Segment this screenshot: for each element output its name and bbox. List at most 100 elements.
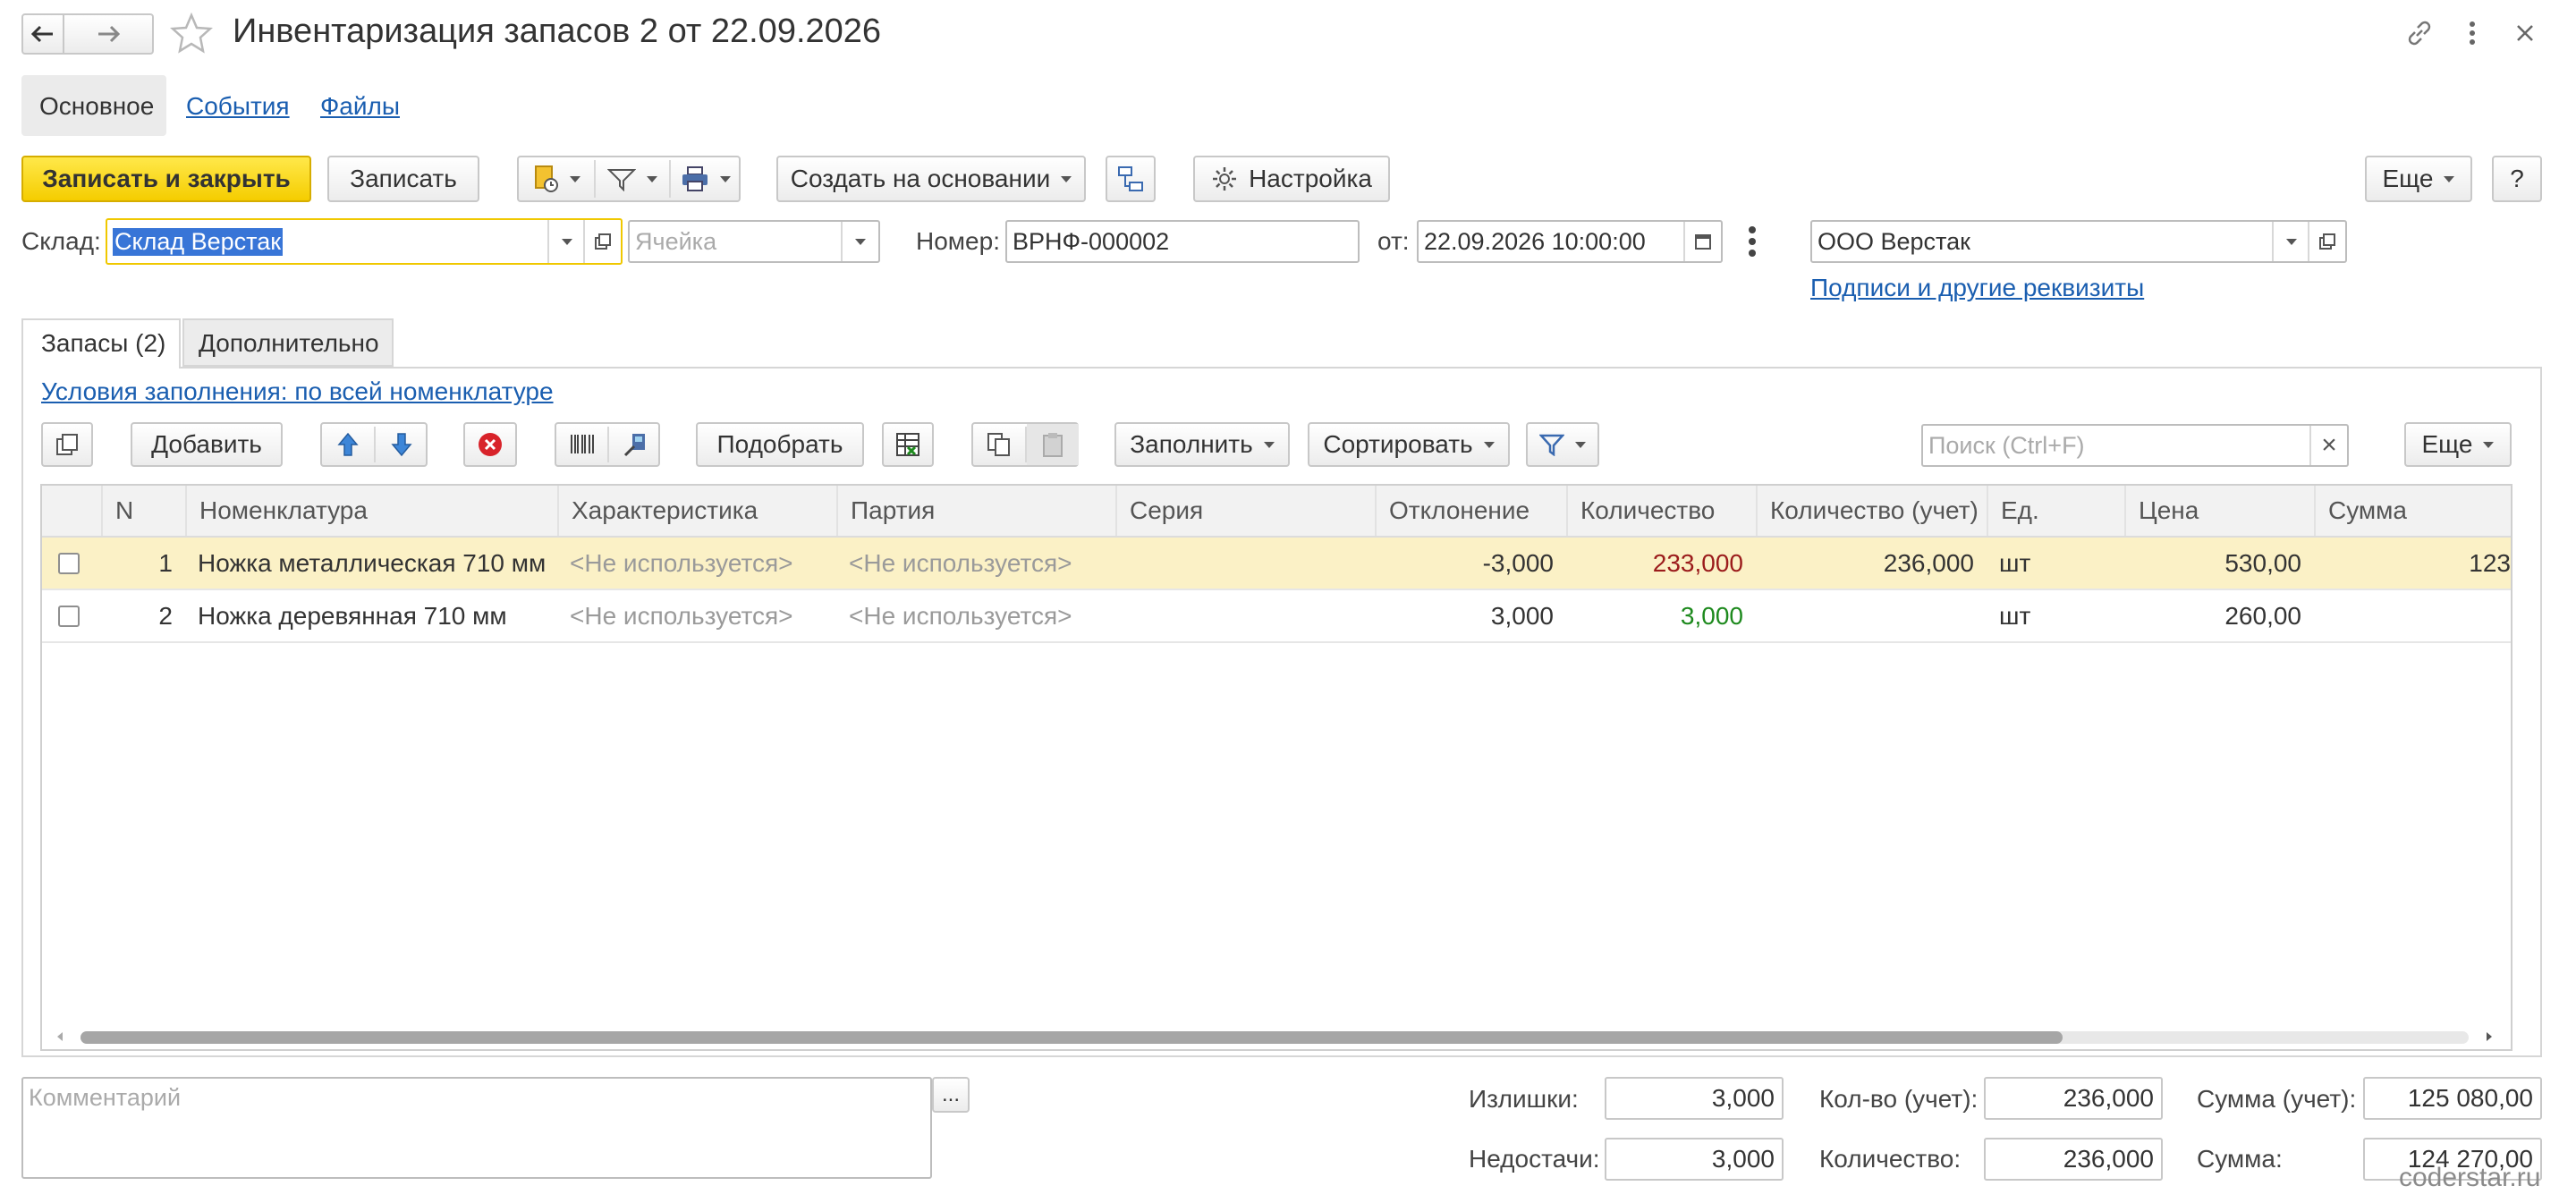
copy-to-clipboard-button[interactable] <box>973 424 1025 465</box>
save-button[interactable]: Записать <box>327 156 479 202</box>
row-checkbox[interactable] <box>58 606 80 627</box>
calendar-button[interactable] <box>1683 222 1721 261</box>
surplus-label: Излишки: <box>1469 1085 1579 1113</box>
back-button[interactable] <box>21 13 64 55</box>
number-value: ВРНФ-000002 <box>1013 227 1170 255</box>
organization-field[interactable]: ООО Верстак <box>1810 220 2347 263</box>
fill-label: Заполнить <box>1130 430 1253 458</box>
scanner-button[interactable] <box>609 424 660 465</box>
settings-button[interactable]: Настройка <box>1193 156 1390 202</box>
print-button[interactable] <box>671 157 741 200</box>
cell-batch[interactable]: <Не используется> <box>836 590 1115 641</box>
table-header: N Номенклатура Характеристика Партия Сер… <box>42 486 2511 538</box>
col-qty[interactable]: Количество <box>1566 486 1756 536</box>
link-icon[interactable] <box>2404 18 2435 48</box>
qty-account-value: 236,000 <box>1984 1077 2163 1120</box>
cell-characteristic[interactable]: <Не используется> <box>557 590 836 641</box>
send-icon <box>607 169 636 191</box>
cell-item[interactable]: Ножка деревянная 710 мм <box>185 590 557 641</box>
table-row[interactable]: 2 Ножка деревянная 710 мм <Не использует… <box>42 590 2511 643</box>
tab-events[interactable]: События <box>186 92 290 121</box>
signatures-link[interactable]: Подписи и другие реквизиты <box>1810 274 2144 302</box>
clipboard-group <box>971 422 1079 467</box>
tab-additional-label: Дополнительно <box>199 329 379 357</box>
move-down-button[interactable] <box>376 424 428 465</box>
cell-item[interactable]: Ножка металлическая 710 мм <box>185 538 557 589</box>
comment-edit-button[interactable]: ... <box>932 1077 970 1113</box>
arrow-right-icon <box>98 25 120 43</box>
col-characteristic[interactable]: Характеристика <box>557 486 836 536</box>
col-price[interactable]: Цена <box>2124 486 2314 536</box>
col-item[interactable]: Номенклатура <box>185 486 557 536</box>
filter-button[interactable] <box>596 157 669 200</box>
cell-unit: шт <box>1999 549 2031 577</box>
delete-row-button[interactable] <box>463 422 517 467</box>
date-label: от: <box>1377 227 1410 255</box>
cell-characteristic[interactable]: <Не используется> <box>557 538 836 589</box>
favorite-star-icon[interactable] <box>170 13 213 54</box>
fill-conditions-link[interactable]: Условия заполнения: по всей номенклатуре <box>41 377 554 406</box>
col-n[interactable]: N <box>101 486 185 536</box>
save-and-close-button[interactable]: Записать и закрыть <box>21 156 311 202</box>
search-clear-button[interactable]: × <box>2309 426 2347 465</box>
cell-qty[interactable]: 233,000 <box>1566 538 1756 589</box>
cell-sum: 123 <box>2469 549 2511 577</box>
col-qty-account[interactable]: Количество (учет) <box>1756 486 1987 536</box>
sort-button[interactable]: Сортировать <box>1308 422 1510 467</box>
search-input[interactable]: Поиск (Ctrl+F) × <box>1921 424 2349 467</box>
scroll-right-icon[interactable] <box>2483 1030 2496 1043</box>
warehouse-dropdown[interactable] <box>547 220 585 263</box>
organization-open[interactable] <box>2308 222 2345 261</box>
row-checkbox[interactable] <box>58 553 80 574</box>
structure-button[interactable] <box>1106 156 1156 202</box>
date-field[interactable]: 22.09.2026 10:00:00 <box>1417 220 1723 263</box>
organization-dropdown[interactable] <box>2272 222 2309 261</box>
cell-series[interactable] <box>1115 538 1375 589</box>
barcode-button[interactable] <box>556 424 607 465</box>
table-row[interactable]: 1 Ножка металлическая 710 мм <Не использ… <box>42 538 2511 590</box>
more-button[interactable]: Еще <box>2365 156 2472 202</box>
close-icon[interactable] <box>2513 21 2537 45</box>
tab-files[interactable]: Файлы <box>320 92 400 121</box>
add-row-button[interactable]: Добавить <box>131 422 283 467</box>
fill-button[interactable]: Заполнить <box>1114 422 1290 467</box>
horizontal-scrollbar[interactable] <box>80 1031 2469 1044</box>
paste-button[interactable] <box>1027 424 1079 465</box>
pick-button[interactable]: Подобрать <box>696 422 864 467</box>
qty-label: Количество: <box>1819 1145 1962 1173</box>
cell-dropdown[interactable] <box>841 222 878 261</box>
col-deviation[interactable]: Отклонение <box>1375 486 1566 536</box>
col-unit[interactable]: Ед. <box>1987 486 2124 536</box>
create-based-on-button[interactable]: Создать на основании <box>776 156 1086 202</box>
warehouse-open[interactable] <box>583 220 621 263</box>
excel-button[interactable] <box>882 422 934 467</box>
cell-qty[interactable]: 3,000 <box>1566 590 1756 641</box>
filter-table-button[interactable] <box>1526 422 1599 467</box>
cell-price[interactable]: 530,00 <box>2124 538 2314 589</box>
move-up-button[interactable] <box>322 424 374 465</box>
cell-batch[interactable]: <Не используется> <box>836 538 1115 589</box>
col-sum[interactable]: Сумма <box>2314 486 2511 536</box>
forward-button[interactable] <box>63 13 154 55</box>
cell-field[interactable]: Ячейка <box>628 220 880 263</box>
move-buttons-group <box>320 422 428 467</box>
scrollbar-thumb[interactable] <box>80 1031 2063 1044</box>
number-field[interactable]: ВРНФ-000002 <box>1005 220 1360 263</box>
copy-row-button[interactable] <box>41 422 93 467</box>
warehouse-field[interactable]: Склад Верстак <box>106 218 623 265</box>
tab-main-label: Основное <box>39 92 155 120</box>
cell-price[interactable]: 260,00 <box>2124 590 2314 641</box>
table-more-button[interactable]: Еще <box>2404 422 2512 467</box>
more-vertical-icon[interactable] <box>2462 18 2483 48</box>
number-label: Номер: <box>916 227 1000 255</box>
attach-file-button[interactable] <box>519 157 594 200</box>
cell-series[interactable] <box>1115 590 1375 641</box>
watermark: coderstar.ru <box>2399 1163 2541 1192</box>
col-batch[interactable]: Партия <box>836 486 1115 536</box>
col-series[interactable]: Серия <box>1115 486 1375 536</box>
help-button[interactable]: ? <box>2492 156 2542 202</box>
more-actions-icon[interactable] <box>1742 224 1762 259</box>
comment-textarea[interactable]: Комментарий <box>21 1077 932 1179</box>
scroll-left-icon[interactable] <box>54 1030 66 1043</box>
cell-n: 1 <box>158 549 173 577</box>
